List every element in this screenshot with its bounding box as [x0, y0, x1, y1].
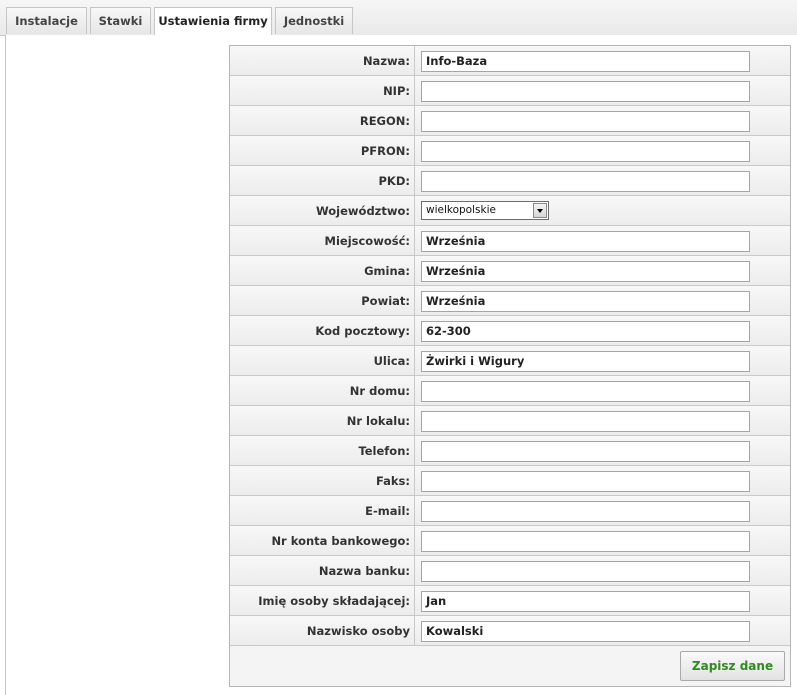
tab-stawki[interactable]: Stawki — [90, 7, 151, 34]
regon-input[interactable] — [421, 111, 750, 132]
label-nr-lokalu: Nr lokalu: — [230, 406, 415, 435]
label-miejscowosc: Miejscowość: — [230, 226, 415, 255]
label-faks: Faks: — [230, 466, 415, 495]
label-pkd: PKD: — [230, 166, 415, 195]
wojewodztwo-selected-value: wielkopolskie — [426, 204, 496, 216]
nr-lokalu-input[interactable] — [421, 411, 750, 432]
row-gmina: Gmina: Września — [230, 256, 790, 286]
row-powiat: Powiat: Września — [230, 286, 790, 316]
row-pkd: PKD: — [230, 166, 790, 196]
pfron-input[interactable] — [421, 141, 750, 162]
powiat-input[interactable]: Września — [421, 291, 750, 312]
row-telefon: Telefon: — [230, 436, 790, 466]
label-email: E-mail: — [230, 496, 415, 525]
nazwisko-input[interactable]: Kowalski — [421, 621, 750, 642]
row-nr-konta: Nr konta bankowego: — [230, 526, 790, 556]
nr-konta-input[interactable] — [421, 531, 750, 552]
row-nazwisko: Nazwisko osoby składającej: Kowalski — [230, 616, 790, 668]
label-nazwa: Nazwa: — [230, 46, 415, 75]
row-nazwa-banku: Nazwa banku: — [230, 556, 790, 586]
label-nip: NIP: — [230, 76, 415, 105]
company-settings-form: Nazwa: Info-Baza NIP: REGON: PFRON: PKD:… — [229, 45, 791, 687]
label-nr-konta: Nr konta bankowego: — [230, 526, 415, 555]
row-nip: NIP: — [230, 76, 790, 106]
label-kod-pocztowy: Kod pocztowy: — [230, 316, 415, 345]
label-nazwisko: Nazwisko osoby składającej: — [230, 616, 415, 668]
label-nr-domu: Nr domu: — [230, 376, 415, 405]
label-pfron: PFRON: — [230, 136, 415, 165]
nr-domu-input[interactable] — [421, 381, 750, 402]
row-kod-pocztowy: Kod pocztowy: 62-300 — [230, 316, 790, 346]
nazwa-input[interactable]: Info-Baza — [421, 51, 750, 72]
row-nr-domu: Nr domu: — [230, 376, 790, 406]
tab-ustawienia-firmy[interactable]: Ustawienia firmy — [154, 7, 272, 36]
label-telefon: Telefon: — [230, 436, 415, 465]
label-gmina: Gmina: — [230, 256, 415, 285]
tab-instalacje[interactable]: Instalacje — [6, 7, 87, 34]
label-nazwa-banku: Nazwa banku: — [230, 556, 415, 585]
row-nr-lokalu: Nr lokalu: — [230, 406, 790, 436]
row-pfron: PFRON: — [230, 136, 790, 166]
gmina-input[interactable]: Września — [421, 261, 750, 282]
nip-input[interactable] — [421, 81, 750, 102]
tab-bar: Instalacje Stawki Ustawienia firmy Jedno… — [0, 0, 797, 36]
pkd-input[interactable] — [421, 171, 750, 192]
row-miejscowosc: Miejscowość: Września — [230, 226, 790, 256]
ulica-input[interactable]: Żwirki i Wigury — [421, 351, 750, 372]
label-wojewodztwo: Województwo: — [230, 196, 415, 225]
row-ulica: Ulica: Żwirki i Wigury — [230, 346, 790, 376]
label-powiat: Powiat: — [230, 286, 415, 315]
row-nazwa: Nazwa: Info-Baza — [230, 46, 790, 76]
row-email: E-mail: — [230, 496, 790, 526]
label-imie: Imię osoby składającej: — [230, 586, 415, 615]
row-faks: Faks: — [230, 466, 790, 496]
faks-input[interactable] — [421, 471, 750, 492]
wojewodztwo-select[interactable]: wielkopolskie — [421, 201, 549, 220]
label-ulica: Ulica: — [230, 346, 415, 375]
label-regon: REGON: — [230, 106, 415, 135]
email-input[interactable] — [421, 501, 750, 522]
telefon-input[interactable] — [421, 441, 750, 462]
form-footer: Zapisz dane — [230, 646, 790, 687]
tab-jednostki[interactable]: Jednostki — [275, 7, 353, 34]
nazwa-banku-input[interactable] — [421, 561, 750, 582]
miejscowosc-input[interactable]: Września — [421, 231, 750, 252]
row-wojewodztwo: Województwo: wielkopolskie — [230, 196, 790, 226]
kod-pocztowy-input[interactable]: 62-300 — [421, 321, 750, 342]
row-imie: Imię osoby składającej: Jan — [230, 586, 790, 616]
imie-input[interactable]: Jan — [421, 591, 750, 612]
save-button[interactable]: Zapisz dane — [680, 651, 785, 681]
dropdown-arrow-icon[interactable] — [533, 203, 547, 218]
row-regon: REGON: — [230, 106, 790, 136]
